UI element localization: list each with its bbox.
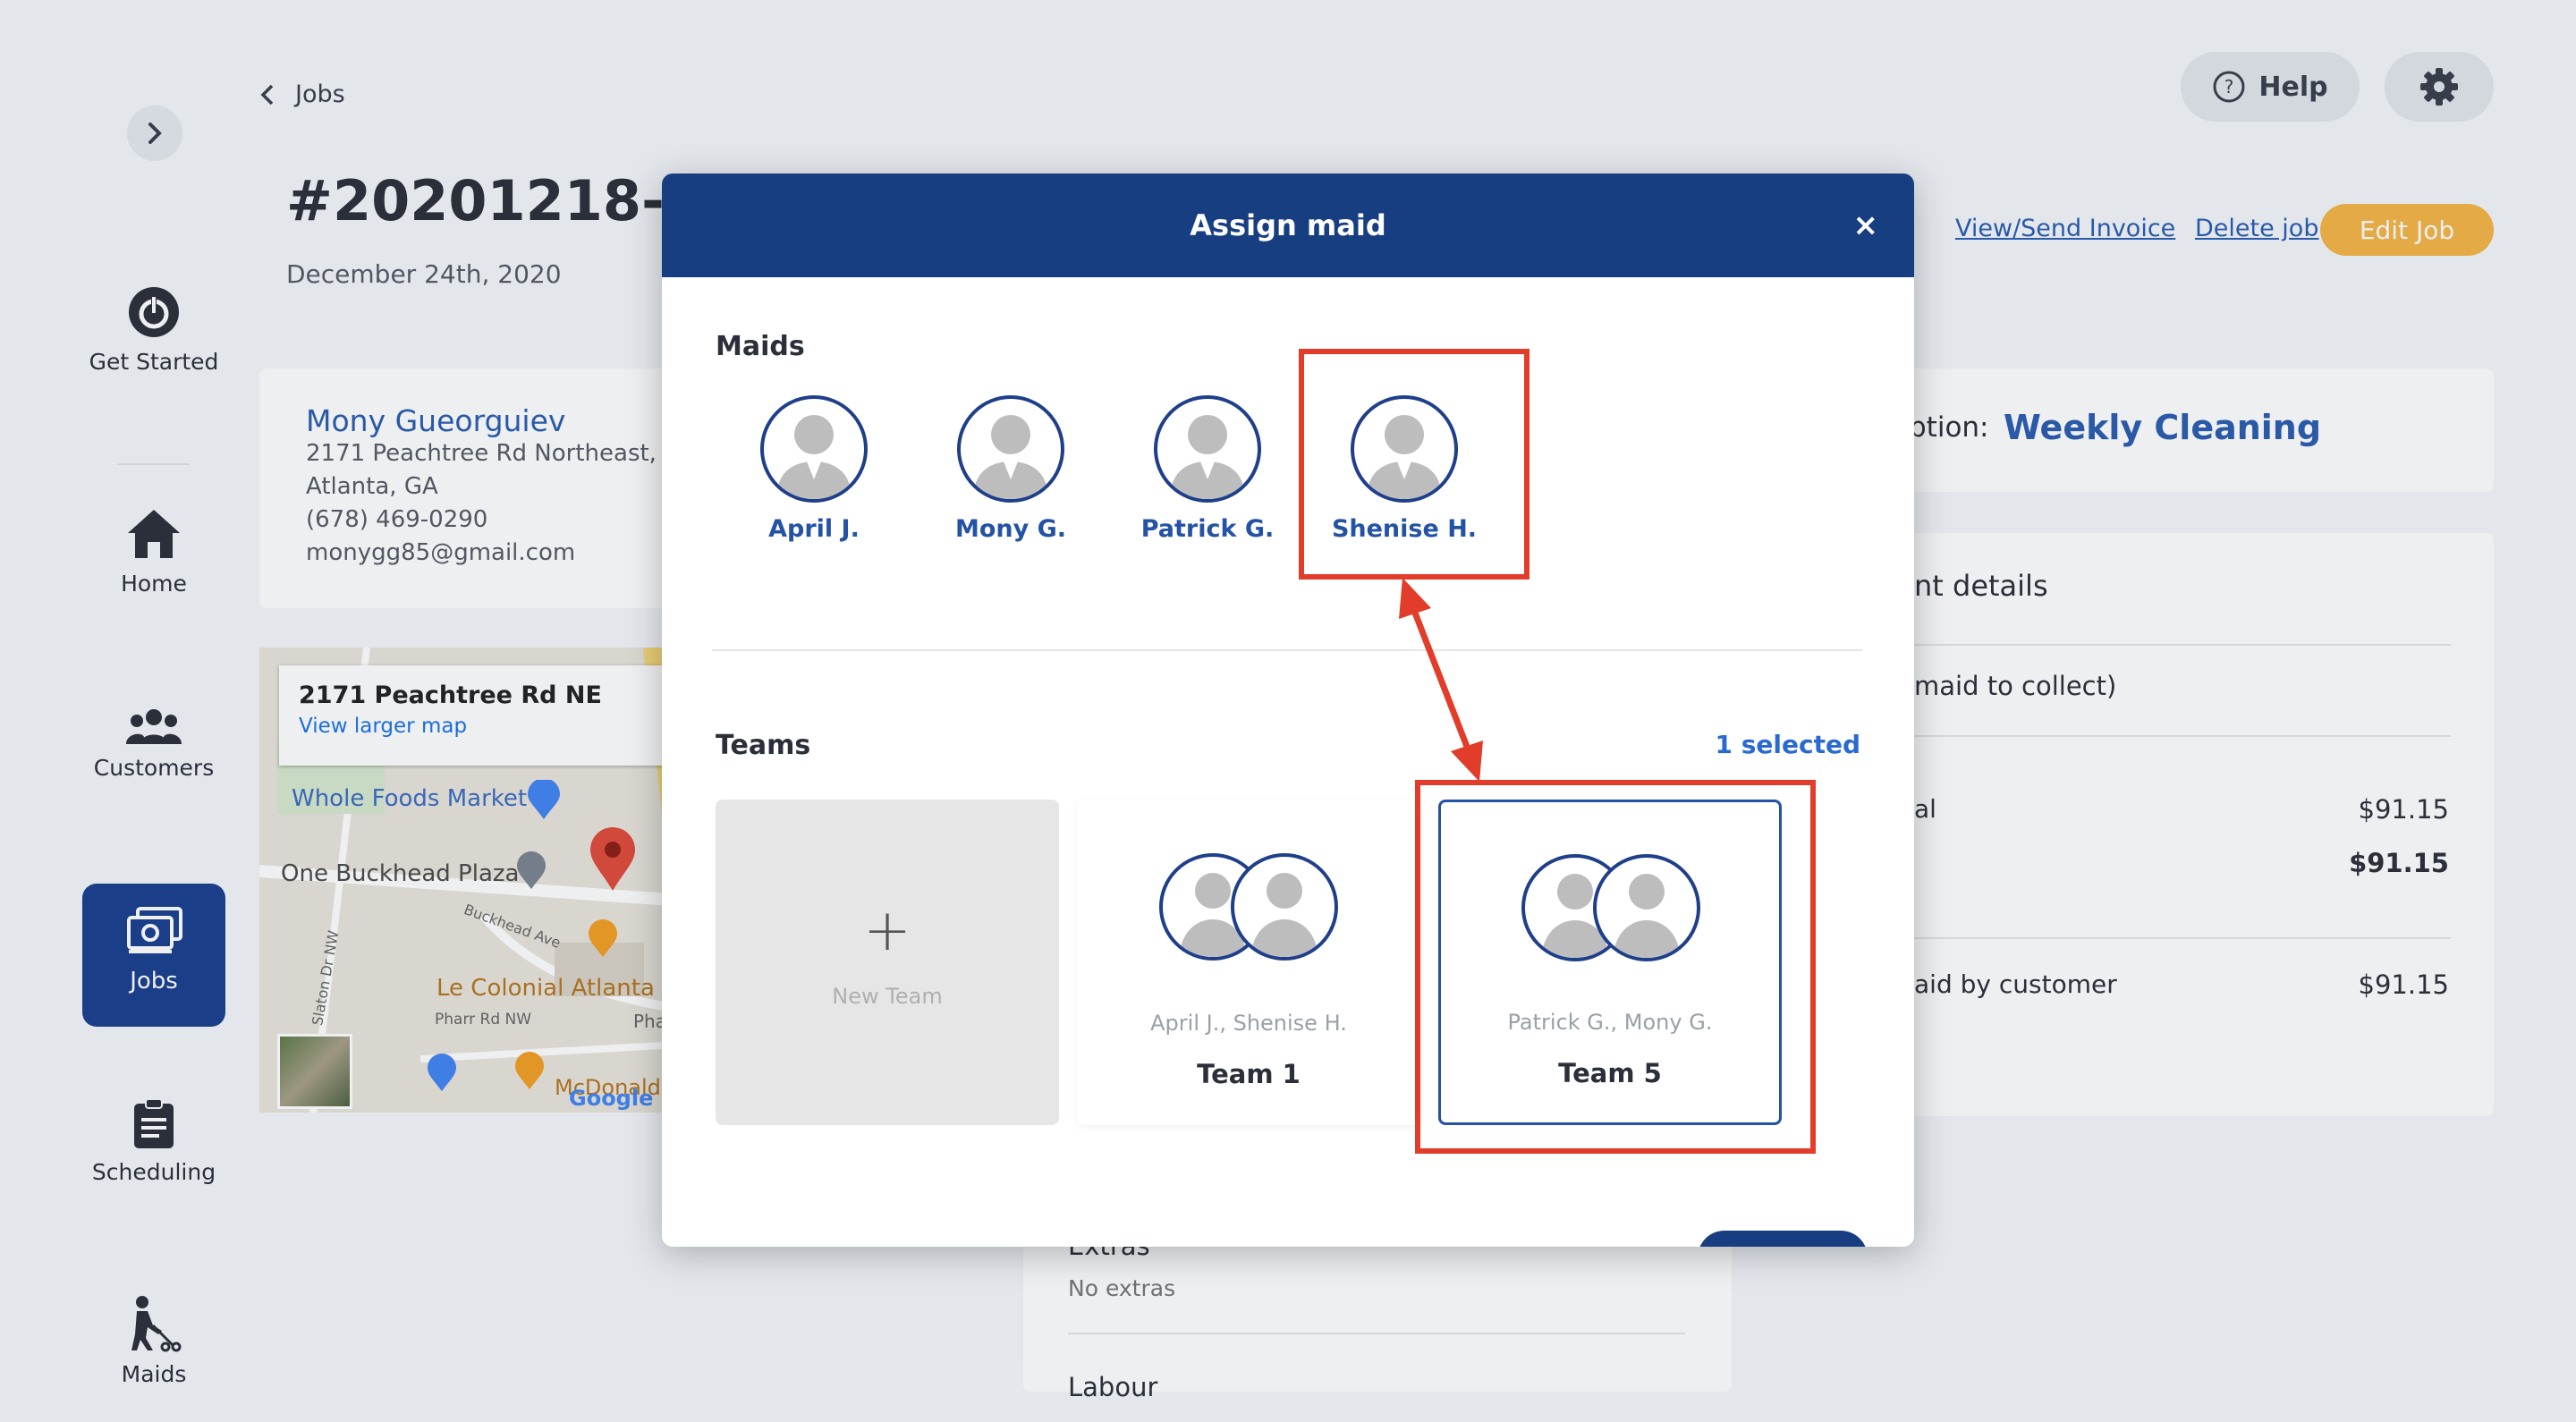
team-name: Team 1 (1197, 1059, 1301, 1089)
save-button[interactable] (1698, 1231, 1868, 1247)
maid-name: April J. (768, 515, 860, 543)
maid-patrick[interactable]: Patrick G. (1118, 395, 1297, 543)
team-card[interactable]: April J., Shenise H. Team 1 (1077, 800, 1420, 1125)
maid-mony[interactable]: Mony G. (921, 395, 1100, 543)
close-icon[interactable]: × (1853, 207, 1879, 243)
avatar (760, 395, 868, 503)
modal-header: Assign maid × (662, 174, 1914, 277)
double-arrow-icon (1399, 578, 1483, 782)
team-members: April J., Shenise H. (1150, 1011, 1347, 1036)
maids-heading: Maids (716, 331, 805, 362)
avatar (957, 395, 1064, 503)
maid-april[interactable]: April J. (724, 395, 903, 543)
maid-name: Patrick G. (1140, 515, 1275, 543)
modal-title: Assign maid (1190, 208, 1386, 242)
selected-count: 1 selected (1715, 730, 1861, 759)
highlight-box-maid (1299, 349, 1530, 580)
maid-name: Mony G. (954, 515, 1067, 543)
team-avatars-icon (1159, 853, 1338, 961)
new-team-label: New Team (832, 984, 943, 1009)
plus-icon: + (863, 898, 911, 964)
divider (712, 649, 1862, 651)
teams-heading: Teams (716, 730, 811, 761)
avatar (1154, 395, 1261, 503)
new-team-card[interactable]: + New Team (716, 800, 1059, 1125)
highlight-box-team (1415, 780, 1816, 1154)
